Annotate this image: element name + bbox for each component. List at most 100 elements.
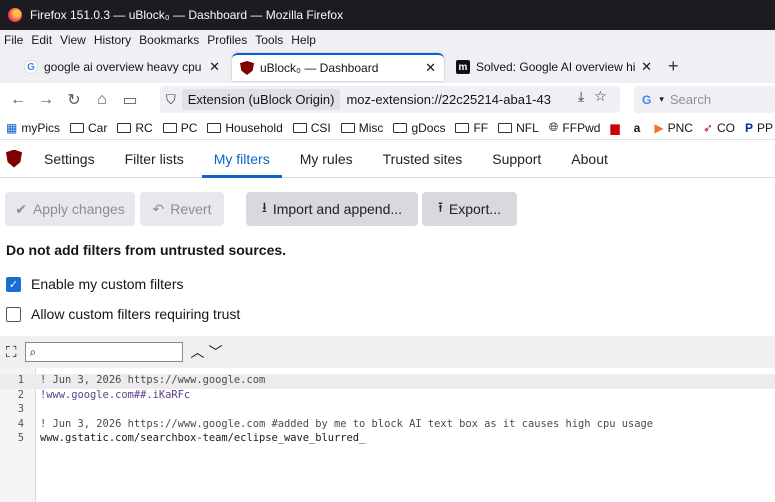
download-icon: ⭳ (261, 199, 267, 215)
extension-identity-badge[interactable]: Extension (uBlock Origin) (181, 89, 341, 110)
bookmark-folder-car[interactable]: Car (70, 121, 107, 135)
bookmark-folder-csi[interactable]: CSI (292, 121, 331, 135)
bookmark-pp[interactable]: P PP (745, 121, 773, 135)
editor-line[interactable]: 3 (0, 403, 775, 418)
bookmark-folder-pc[interactable]: PC (162, 121, 197, 135)
address-bar-actions: ⤓ ☆ (578, 88, 607, 105)
tab-my-rules[interactable]: My rules (288, 140, 365, 178)
shield-icon[interactable]: ⛉ (166, 92, 176, 108)
menu-history[interactable]: History (94, 33, 131, 47)
search-box[interactable]: G ▾ Search (634, 86, 775, 113)
reload-icon[interactable]: ↻ (60, 90, 88, 110)
undo-icon: ↶ (152, 200, 165, 217)
chevron-down-icon[interactable]: ▾ (659, 94, 664, 105)
bookmark-folder-rc[interactable]: RC (117, 121, 153, 135)
new-tab-plus-icon[interactable]: + (668, 56, 679, 77)
save-to-pocket-icon[interactable]: ⤓ (578, 88, 584, 104)
bookmark-folder-gdocs[interactable]: gDocs (393, 121, 445, 135)
folder-icon (117, 122, 132, 133)
filter-editor[interactable]: 1 ! Jun 3, 2026 https://www.google.com 2… (0, 368, 775, 502)
allow-trust-label: Allow custom filters requiring trust (31, 306, 241, 322)
apply-changes-button[interactable]: ✔ Apply changes (5, 192, 135, 226)
folder-icon (455, 122, 470, 133)
bookmark-amazon[interactable]: a (634, 121, 645, 135)
bookmark-folder-misc[interactable]: Misc (340, 121, 383, 135)
tab-solved-thread[interactable]: m Solved: Google AI overview high CPU ✕ (448, 53, 660, 81)
ublock-logo-icon (6, 149, 22, 168)
export-button[interactable]: ⭱ Export... (422, 192, 517, 226)
window-title: Firefox 151.0.3 — uBlock₀ — Dashboard — … (30, 8, 344, 22)
window-titlebar: Firefox 151.0.3 — uBlock₀ — Dashboard — … (0, 0, 775, 30)
find-next-chevron-down-icon[interactable]: ﹀ (209, 344, 227, 360)
line-number: 5 (17, 432, 24, 444)
enable-custom-filters-option[interactable]: ✓ Enable my custom filters (6, 276, 184, 292)
tv-icon: ▆ (610, 120, 620, 135)
folder-icon (340, 122, 355, 133)
import-append-button[interactable]: ⭳ Import and append... (246, 192, 418, 226)
editor-line[interactable]: 5 www.gstatic.com/searchbox-team/eclipse… (0, 432, 775, 447)
menu-edit[interactable]: Edit (31, 33, 52, 47)
menu-tools[interactable]: Tools (255, 33, 283, 47)
address-bar[interactable]: ⛉ Extension (uBlock Origin) moz-extensio… (160, 86, 620, 113)
bookmark-pnc[interactable]: ▶ PNC (654, 121, 693, 135)
tab-settings[interactable]: Settings (32, 140, 107, 178)
editor-line[interactable]: 4 ! Jun 3, 2026 https://www.google.com #… (0, 418, 775, 433)
enable-custom-filters-checkbox[interactable]: ✓ (6, 276, 21, 292)
tab-my-filters[interactable]: My filters (201, 140, 282, 178)
home-icon[interactable]: ⌂ (88, 91, 116, 109)
upload-icon: ⭱ (437, 199, 443, 215)
line-text: ! Jun 3, 2026 https://www.google.com (40, 374, 266, 386)
bookmark-co[interactable]: ➶ CO (703, 121, 735, 135)
line-text: www.gstatic.com/searchbox-team/eclipse_w… (40, 432, 366, 444)
close-tab-icon[interactable]: ✕ (641, 59, 652, 75)
bookmark-folder-ff[interactable]: FF (455, 121, 488, 135)
tab-ublock-dashboard[interactable]: uBlock₀ — Dashboard ✕ (232, 53, 444, 81)
pocket-icon[interactable]: ▭ (116, 90, 144, 110)
menu-bookmarks[interactable]: Bookmarks (139, 33, 199, 47)
menu-file[interactable]: File (4, 33, 23, 47)
menu-bar: File Edit View History Bookmarks Profile… (0, 30, 775, 50)
tab-filter-lists[interactable]: Filter lists (113, 140, 196, 178)
tab-title: google ai overview heavy cpu usage (44, 60, 203, 74)
close-tab-icon[interactable]: ✕ (425, 60, 436, 76)
bookmarks-toolbar: ▦ myPics Car RC PC Household CSI Misc gDo… (0, 116, 775, 140)
tab-title: Solved: Google AI overview high CPU (476, 60, 636, 74)
bookmark-tv[interactable]: ▆ (610, 121, 623, 135)
checkmark-icon: ✔ (15, 200, 27, 217)
untrusted-warning: Do not add filters from untrusted source… (6, 242, 287, 258)
tab-google-search[interactable]: G google ai overview heavy cpu usage ✕ (16, 53, 228, 81)
revert-button[interactable]: ↶ Revert (140, 192, 224, 226)
line-text: !www.google.com##.iKaRFc (40, 388, 191, 401)
url-text[interactable]: moz-extension://22c25214-aba1-43 (346, 92, 551, 107)
tab-about[interactable]: About (559, 140, 620, 178)
find-navigation: ︿﹀ (191, 342, 227, 362)
menu-help[interactable]: Help (291, 33, 316, 47)
editor-line[interactable]: 2 !www.google.com##.iKaRFc (0, 389, 775, 404)
tab-support[interactable]: Support (480, 140, 553, 178)
line-number: 2 (17, 388, 24, 401)
bookmark-folder-nfl[interactable]: NFL (498, 121, 539, 135)
tab-trusted-sites[interactable]: Trusted sites (371, 140, 475, 178)
back-arrow-icon[interactable]: ← (4, 91, 32, 109)
allow-trust-checkbox[interactable] (6, 306, 21, 322)
editor-lines: 1 ! Jun 3, 2026 https://www.google.com 2… (0, 374, 775, 447)
editor-line[interactable]: 1 ! Jun 3, 2026 https://www.google.com (0, 374, 775, 389)
menu-view[interactable]: View (60, 33, 86, 47)
find-previous-chevron-up-icon[interactable]: ︿ (191, 344, 209, 360)
amazon-icon: a (633, 120, 641, 135)
bookmark-ffpwd[interactable]: 🌐︎ FFPwd (549, 120, 601, 135)
bookmark-folder-household[interactable]: Household (207, 121, 283, 135)
folder-icon (292, 122, 307, 133)
bookmark-star-icon[interactable]: ☆ (594, 88, 607, 104)
find-input[interactable]: ⌕ (24, 342, 183, 362)
close-tab-icon[interactable]: ✕ (209, 59, 220, 75)
forward-arrow-icon[interactable]: → (32, 91, 60, 109)
folder-icon (393, 122, 408, 133)
fullscreen-expand-icon[interactable]: ⛶ (6, 344, 17, 361)
allow-trust-option[interactable]: Allow custom filters requiring trust (6, 306, 240, 322)
bookmark-mypics[interactable]: ▦ myPics (6, 121, 60, 135)
search-icon: ⌕ (29, 344, 37, 359)
search-placeholder: Search (669, 92, 712, 107)
menu-profiles[interactable]: Profiles (207, 33, 247, 47)
google-search-engine-icon[interactable]: G (642, 93, 651, 107)
